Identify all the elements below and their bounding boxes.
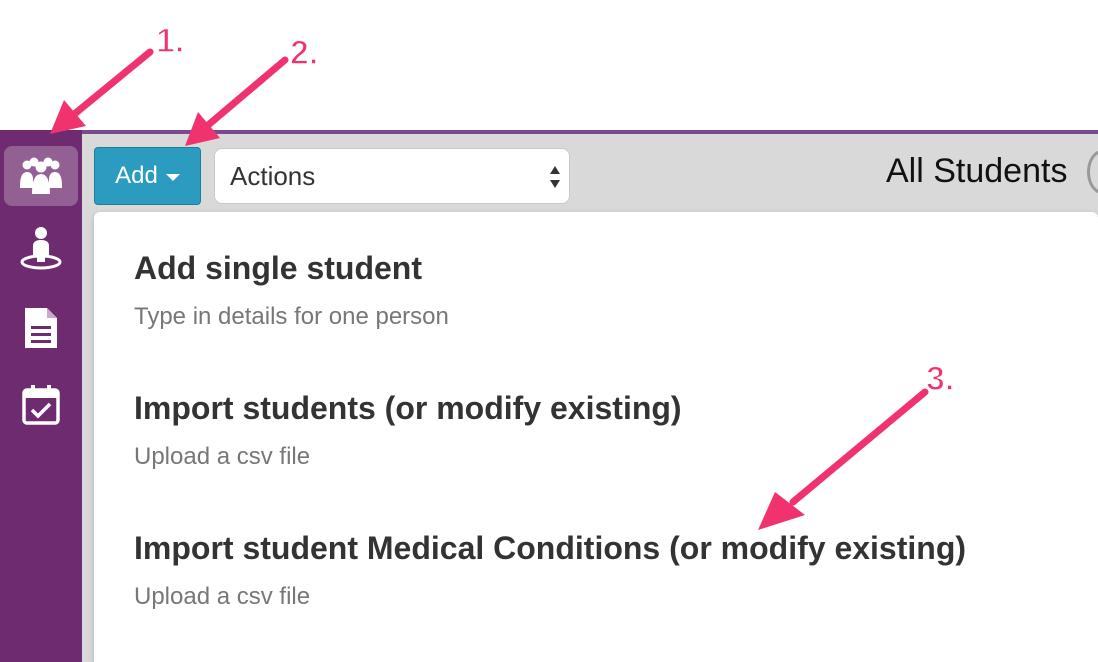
menu-item-subtitle: Upload a csv file: [134, 443, 311, 470]
select-arrows-icon: [550, 166, 560, 188]
person-pin-icon: [20, 227, 62, 270]
page-title: All Students: [886, 152, 1068, 190]
menu-item-title: Import student Medical Conditions (or mo…: [134, 530, 967, 566]
menu-item-add-single-student[interactable]: Add single student Type in details for o…: [134, 250, 449, 331]
actions-select[interactable]: Actions: [214, 148, 570, 204]
sidebar-item-documents[interactable]: [4, 298, 78, 358]
sidebar: [0, 130, 82, 662]
annotation-arrow-1: [50, 48, 154, 134]
sidebar-item-students[interactable]: [4, 146, 78, 206]
document-icon: [25, 308, 57, 348]
calendar-check-icon: [22, 385, 60, 425]
sidebar-item-student[interactable]: [4, 218, 78, 278]
caret-down-icon: [165, 174, 180, 181]
annotation-label-2: 2.: [290, 34, 318, 72]
menu-item-subtitle: Upload a csv file: [134, 583, 311, 610]
add-button-label: Add: [115, 162, 158, 189]
menu-item-import-students[interactable]: Import students (or modify existing) Upl…: [134, 390, 682, 471]
sidebar-item-calendar[interactable]: [4, 375, 78, 435]
students-icon: [20, 157, 62, 194]
menu-item-title: Add single student: [134, 250, 422, 286]
add-dropdown-menu: Add single student Type in details for o…: [94, 212, 1098, 662]
menu-item-subtitle: Type in details for one person: [134, 303, 449, 330]
actions-select-value: Actions: [230, 160, 316, 191]
menu-item-import-medical-conditions[interactable]: Import student Medical Conditions (or mo…: [134, 530, 966, 611]
menu-item-title: Import students (or modify existing): [134, 390, 682, 426]
add-dropdown-button[interactable]: Add: [94, 147, 201, 205]
annotation-label-1: 1.: [156, 22, 184, 60]
